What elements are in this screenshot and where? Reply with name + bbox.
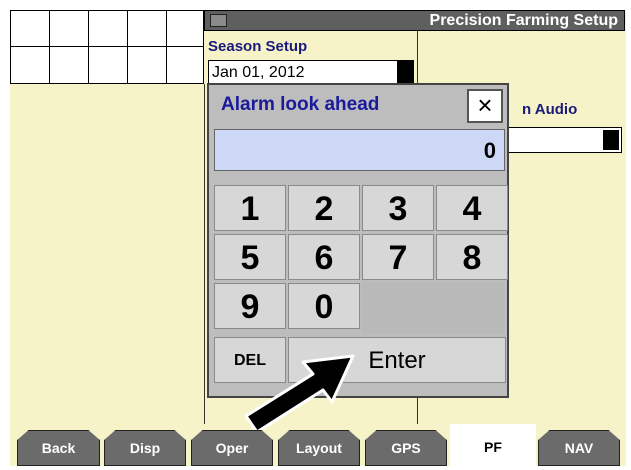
key-1[interactable]: 1 — [214, 185, 286, 231]
key-9[interactable]: 9 — [214, 283, 286, 329]
key-6[interactable]: 6 — [288, 234, 360, 280]
alarm-keypad-dialog: Alarm look ahead × 0 1 2 3 4 5 6 7 8 9 0… — [207, 83, 509, 398]
tab-layout[interactable]: Layout — [278, 430, 360, 466]
season-setup-label: Season Setup — [208, 38, 308, 55]
grid-cell[interactable] — [166, 10, 204, 47]
key-5[interactable]: 5 — [214, 234, 286, 280]
layout-grid — [10, 10, 204, 84]
page-title: Precision Farming Setup — [429, 12, 618, 29]
grid-cell[interactable] — [49, 10, 89, 47]
bottom-nav: Back Disp Oper Layout GPS PF NAV — [10, 424, 626, 470]
grid-cell[interactable] — [88, 46, 128, 84]
monitor-icon — [210, 14, 227, 27]
grid-cell[interactable] — [127, 10, 167, 47]
key-0[interactable]: 0 — [288, 283, 360, 329]
audio-dropdown[interactable] — [498, 127, 622, 153]
grid-cell[interactable] — [49, 46, 89, 84]
tab-disp[interactable]: Disp — [104, 430, 186, 466]
key-2[interactable]: 2 — [288, 185, 360, 231]
chevron-down-icon[interactable] — [397, 61, 413, 85]
key-8[interactable]: 8 — [436, 234, 508, 280]
tab-oper[interactable]: Oper — [191, 430, 273, 466]
audio-label: n Audio — [522, 101, 578, 118]
close-button[interactable]: × — [467, 89, 503, 123]
tab-gps[interactable]: GPS — [365, 430, 447, 466]
grid-cell[interactable] — [10, 46, 50, 84]
close-icon: × — [477, 90, 493, 120]
season-date-value: Jan 01, 2012 — [212, 64, 305, 81]
dialog-title: Alarm look ahead — [221, 94, 380, 115]
keypad-blank-area — [362, 283, 505, 333]
tab-pf[interactable]: PF — [450, 424, 536, 470]
grid-cell[interactable] — [127, 46, 167, 84]
tab-nav[interactable]: NAV — [538, 430, 620, 466]
tab-back[interactable]: Back — [17, 430, 100, 466]
chevron-down-icon[interactable] — [603, 130, 619, 150]
pointer-arrow-icon — [244, 354, 355, 434]
grid-cell[interactable] — [88, 10, 128, 47]
key-4[interactable]: 4 — [436, 185, 508, 231]
grid-cell[interactable] — [166, 46, 204, 84]
key-7[interactable]: 7 — [362, 234, 434, 280]
number-display: 0 — [214, 129, 505, 171]
title-bar: Precision Farming Setup — [204, 10, 625, 31]
grid-cell[interactable] — [10, 10, 50, 47]
key-3[interactable]: 3 — [362, 185, 434, 231]
panel-divider — [204, 84, 205, 424]
